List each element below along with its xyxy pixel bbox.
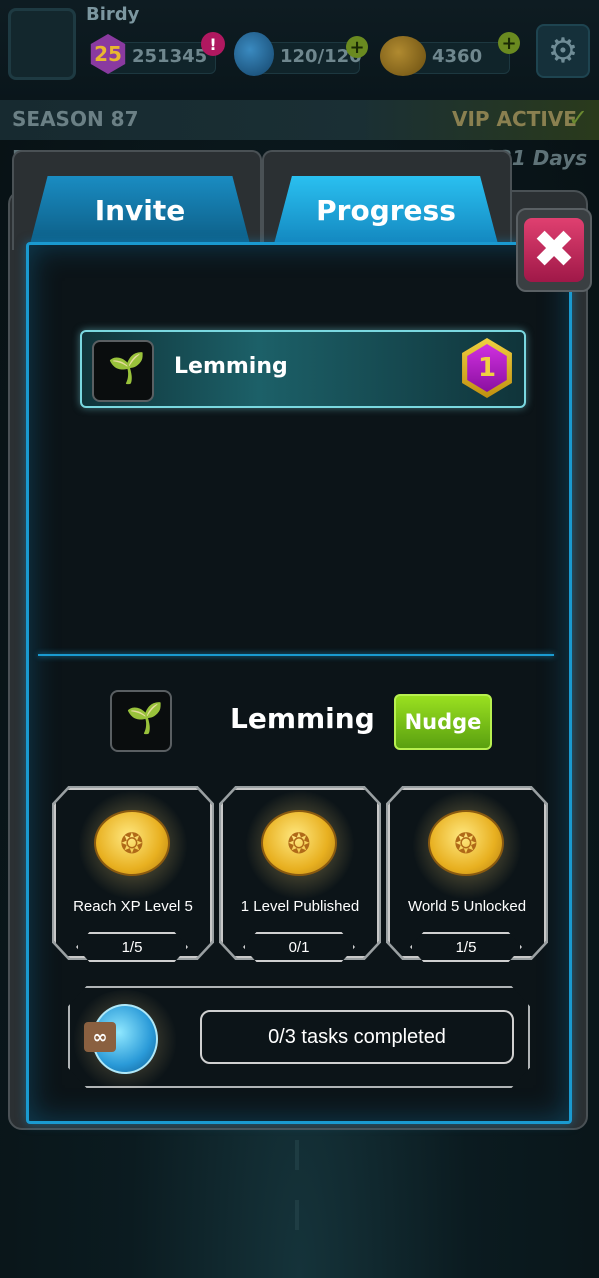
- task-label: 1 Level Published: [240, 898, 360, 915]
- section-divider: [38, 654, 554, 656]
- player-name: Birdy: [86, 4, 140, 25]
- coin-value: 4360: [432, 46, 483, 67]
- check-icon: ✓: [568, 104, 589, 132]
- task-progress: 0/1: [243, 932, 355, 962]
- season-label: SEASON 87: [12, 107, 139, 131]
- energy-potion-icon: [234, 32, 274, 76]
- detail-avatar: 🌱: [110, 690, 172, 752]
- tasks-summary: 0/3 tasks completed: [200, 1010, 514, 1064]
- alert-badge[interactable]: !: [201, 32, 225, 56]
- coin-icon: ❂: [261, 810, 337, 876]
- gear-icon[interactable]: ⚙: [536, 24, 590, 78]
- close-button[interactable]: ✖: [516, 208, 592, 292]
- lemming-icon: 🌱: [108, 351, 146, 386]
- task-progress: 1/5: [76, 932, 188, 962]
- player-avatar[interactable]: [8, 8, 76, 80]
- detail-name: Lemming: [230, 702, 375, 735]
- add-coins-button[interactable]: +: [498, 32, 520, 54]
- add-energy-button[interactable]: +: [346, 36, 368, 58]
- nudge-button[interactable]: Nudge: [394, 694, 492, 750]
- infinity-icon: ∞: [84, 1022, 116, 1052]
- task-label: Reach XP Level 5: [73, 898, 193, 915]
- coin-icon: ❂: [428, 810, 504, 876]
- coin-icon: ❂: [94, 810, 170, 876]
- task-progress: 1/5: [410, 932, 522, 962]
- friend-avatar: 🌱: [92, 340, 154, 402]
- tab-invite[interactable]: Invite: [30, 176, 250, 244]
- tab-progress[interactable]: Progress: [274, 176, 498, 244]
- friend-name: Lemming: [174, 354, 288, 379]
- xp-value: 251345: [132, 46, 208, 67]
- task-label: World 5 Unlocked: [407, 898, 527, 915]
- vip-status: VIP ACTIVE: [452, 107, 577, 131]
- coin-icon: [380, 36, 426, 76]
- lemming-icon: 🌱: [126, 701, 164, 736]
- close-icon: ✖: [524, 218, 584, 282]
- road-mark: [295, 1140, 299, 1170]
- road-mark: [295, 1200, 299, 1230]
